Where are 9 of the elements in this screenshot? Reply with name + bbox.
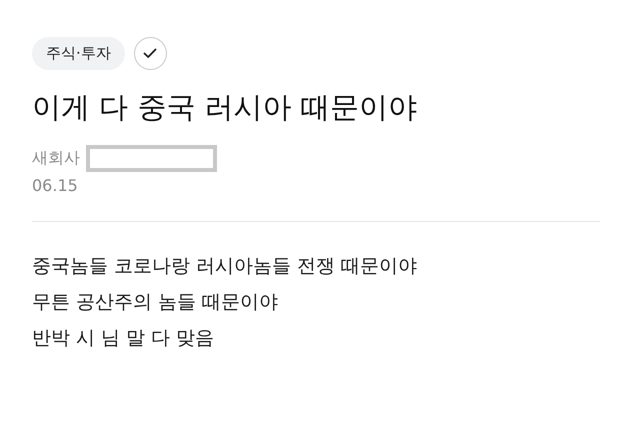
author-name: 새회사 <box>32 148 80 169</box>
check-icon <box>143 48 158 59</box>
category-tag[interactable]: 주식·투자 <box>32 37 125 70</box>
post-title: 이게 다 중국 러시아 때문이야 <box>32 89 418 126</box>
post-date: 06.15 <box>32 176 79 195</box>
body-text: 중국놈들 코로나랑 러시아놈들 전쟁 때문이야 <box>32 254 418 279</box>
check-button[interactable] <box>134 37 167 70</box>
body-text: 반박 시 님 말 다 맞음 <box>32 326 216 351</box>
body-text: 무튼 공산주의 놈들 때문이야 <box>32 290 280 315</box>
